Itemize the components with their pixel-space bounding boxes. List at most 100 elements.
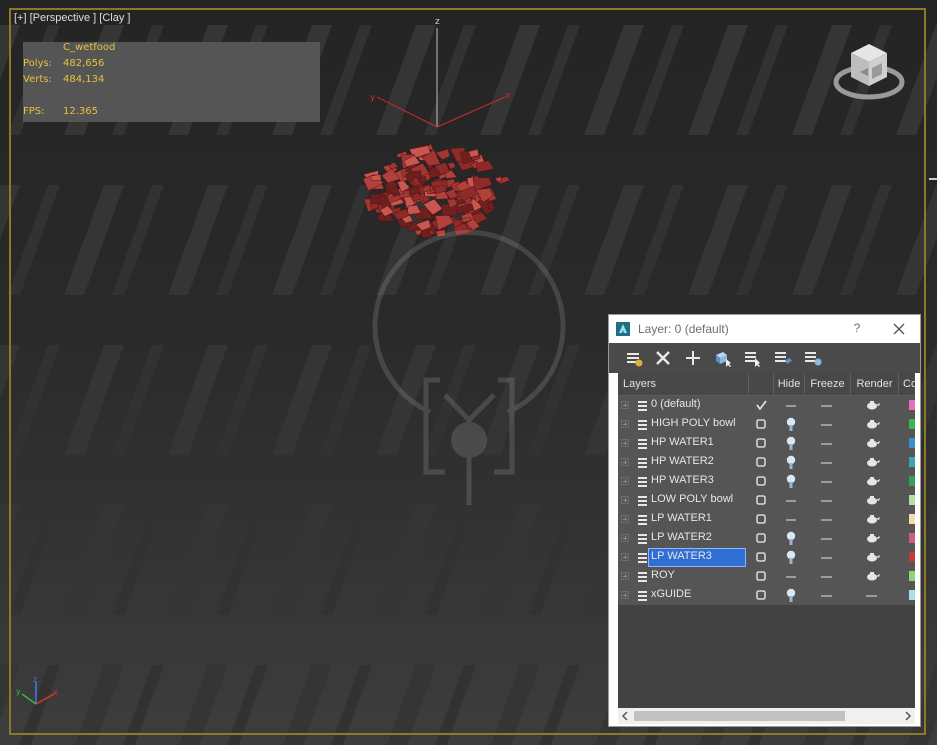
layer-name-cell[interactable]: LP WATER3 — [648, 548, 746, 567]
column-header-color[interactable]: Co — [898, 373, 915, 395]
expand-toggle[interactable] — [621, 591, 629, 599]
layer-list[interactable]: Layers Hide Freeze Render Co 0 (default)… — [618, 373, 915, 708]
expand-toggle[interactable] — [621, 401, 629, 409]
layer-row[interactable]: 0 (default) — [618, 396, 915, 415]
layer-color-swatch[interactable] — [909, 476, 915, 486]
expand-toggle[interactable] — [621, 572, 629, 580]
hide-toggle[interactable] — [776, 396, 804, 415]
render-toggle[interactable] — [850, 415, 893, 434]
hide-toggle[interactable] — [776, 491, 804, 510]
hide-unhide-all-icon[interactable] — [803, 348, 823, 368]
layer-row[interactable]: LOW POLY bowl — [618, 491, 915, 510]
hide-toggle[interactable] — [776, 453, 804, 472]
expand-toggle[interactable] — [621, 515, 629, 523]
layer-row[interactable]: HP WATER3 — [618, 472, 915, 491]
layer-color-swatch[interactable] — [909, 533, 915, 543]
freeze-toggle[interactable] — [807, 510, 847, 529]
expand-toggle[interactable] — [621, 458, 629, 466]
render-toggle[interactable] — [850, 510, 893, 529]
scrollbar-thumb[interactable] — [634, 711, 845, 721]
current-layer-toggle[interactable] — [748, 586, 776, 605]
hide-toggle[interactable] — [776, 529, 804, 548]
render-toggle[interactable] — [850, 548, 893, 567]
freeze-toggle[interactable] — [807, 586, 847, 605]
freeze-toggle[interactable] — [807, 491, 847, 510]
hide-toggle[interactable] — [776, 434, 804, 453]
hide-toggle[interactable] — [776, 472, 804, 491]
current-layer-toggle[interactable] — [748, 491, 776, 510]
render-toggle[interactable] — [850, 396, 893, 415]
render-toggle[interactable] — [850, 491, 893, 510]
horizontal-scrollbar[interactable] — [618, 708, 915, 724]
layer-color-swatch[interactable] — [909, 457, 915, 467]
expand-toggle[interactable] — [621, 420, 629, 428]
render-toggle[interactable] — [850, 472, 893, 491]
render-toggle[interactable] — [850, 567, 893, 586]
current-layer-toggle[interactable] — [748, 453, 776, 472]
layer-color-swatch[interactable] — [909, 590, 915, 600]
viewcube-icon[interactable] — [832, 38, 908, 104]
layer-name-cell[interactable]: 0 (default) — [649, 397, 745, 414]
delete-layer-icon[interactable] — [653, 348, 673, 368]
layer-row[interactable]: LP WATER3 — [618, 548, 915, 567]
layer-color-swatch[interactable] — [909, 419, 915, 429]
layer-row[interactable]: ROY — [618, 567, 915, 586]
create-layer-icon[interactable] — [624, 348, 644, 368]
layer-row[interactable]: HP WATER1 — [618, 434, 915, 453]
layer-name-cell[interactable]: LP WATER1 — [649, 511, 745, 528]
layer-name-cell[interactable]: HP WATER1 — [649, 435, 745, 452]
freeze-toggle[interactable] — [807, 548, 847, 567]
select-layer-icon[interactable] — [743, 348, 763, 368]
dialog-title-bar[interactable]: Layer: 0 (default) ? — [609, 315, 920, 343]
layer-name-cell[interactable]: HP WATER3 — [649, 473, 745, 490]
hide-toggle[interactable] — [776, 510, 804, 529]
current-layer-toggle[interactable] — [748, 548, 776, 567]
render-toggle[interactable] — [850, 529, 893, 548]
hide-toggle[interactable] — [776, 586, 804, 605]
layer-name-cell[interactable]: xGUIDE — [649, 587, 745, 604]
expand-toggle[interactable] — [621, 496, 629, 504]
freeze-toggle[interactable] — [807, 567, 847, 586]
render-toggle[interactable] — [850, 586, 893, 605]
layer-color-swatch[interactable] — [909, 514, 915, 524]
layer-explorer-dialog[interactable]: Layer: 0 (default) ? Layers Hide Freeze … — [608, 314, 921, 727]
expand-toggle[interactable] — [621, 553, 629, 561]
freeze-toggle[interactable] — [807, 396, 847, 415]
current-layer-toggle[interactable] — [748, 396, 776, 415]
current-layer-toggle[interactable] — [748, 472, 776, 491]
viewport-label-menu[interactable]: [+] [Perspective ] [Clay ] — [14, 12, 130, 24]
freeze-toggle[interactable] — [807, 529, 847, 548]
hide-toggle[interactable] — [776, 415, 804, 434]
freeze-toggle[interactable] — [807, 434, 847, 453]
layer-color-swatch[interactable] — [909, 400, 915, 410]
layer-color-swatch[interactable] — [909, 438, 915, 448]
layer-color-swatch[interactable] — [909, 495, 915, 505]
layer-row[interactable]: HP WATER2 — [618, 453, 915, 472]
layer-row[interactable]: xGUIDE — [618, 586, 915, 605]
scroll-right-icon[interactable] — [903, 711, 913, 721]
current-layer-toggle[interactable] — [748, 415, 776, 434]
current-layer-toggle[interactable] — [748, 434, 776, 453]
freeze-toggle[interactable] — [807, 453, 847, 472]
render-toggle[interactable] — [850, 453, 893, 472]
freeze-toggle[interactable] — [807, 472, 847, 491]
layer-row[interactable]: LP WATER2 — [618, 529, 915, 548]
current-layer-toggle[interactable] — [748, 510, 776, 529]
hide-toggle[interactable] — [776, 567, 804, 586]
expand-toggle[interactable] — [621, 534, 629, 542]
layer-color-swatch[interactable] — [909, 552, 915, 562]
layer-name-cell[interactable]: HIGH POLY bowl — [649, 416, 745, 433]
column-header-freeze[interactable]: Freeze — [804, 373, 850, 395]
column-header-layers[interactable]: Layers — [618, 373, 748, 395]
layer-row[interactable]: HIGH POLY bowl — [618, 415, 915, 434]
layer-name-cell[interactable]: LP WATER2 — [649, 530, 745, 547]
close-icon[interactable] — [890, 320, 908, 338]
layer-name-cell[interactable]: ROY — [649, 568, 745, 585]
scroll-left-icon[interactable] — [620, 711, 630, 721]
freeze-toggle[interactable] — [807, 415, 847, 434]
column-header-render[interactable]: Render — [850, 373, 898, 395]
column-header-current[interactable] — [748, 373, 773, 395]
select-objects-icon[interactable] — [713, 348, 733, 368]
expand-toggle[interactable] — [621, 477, 629, 485]
current-layer-toggle[interactable] — [748, 567, 776, 586]
